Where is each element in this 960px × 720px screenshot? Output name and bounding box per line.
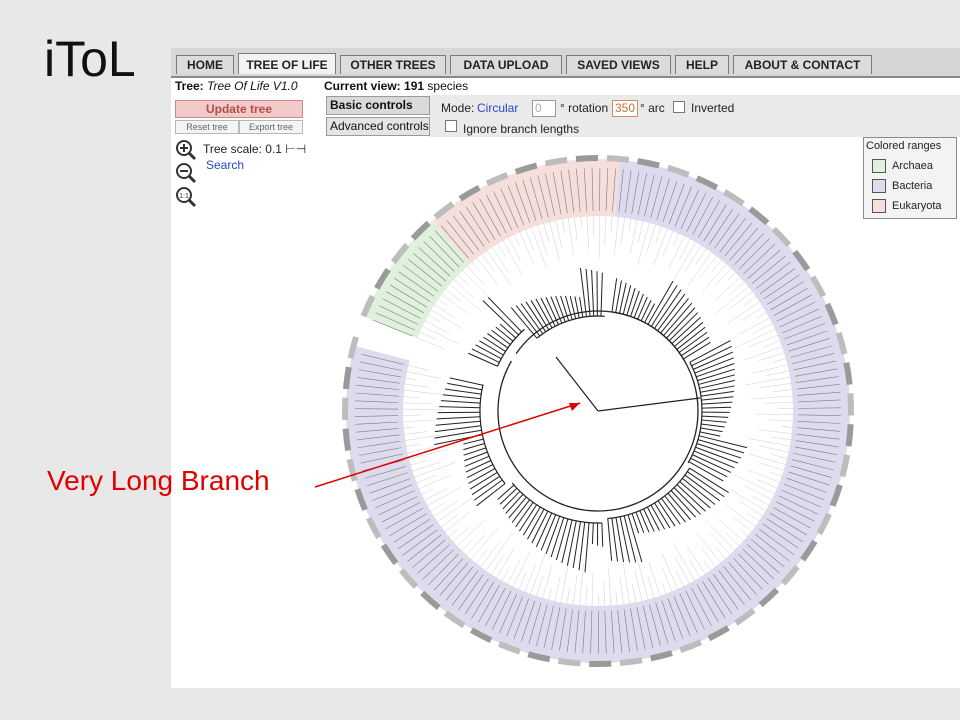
- annotation-label: Very Long Branch: [47, 465, 270, 496]
- mode-value-link[interactable]: Circular: [477, 101, 518, 115]
- legend-swatch-eukaryota: [872, 199, 886, 213]
- zoom-out-icon[interactable]: [175, 162, 197, 184]
- export-tree-button[interactable]: Export tree: [239, 120, 303, 134]
- slide-title: iToL: [44, 31, 136, 87]
- tab-data-upload[interactable]: DATA UPLOAD: [450, 55, 562, 74]
- mode-label: Mode:: [441, 101, 475, 115]
- tree-info: Tree: Tree Of Life V1.0: [175, 79, 298, 93]
- arc-input[interactable]: 350: [612, 100, 638, 117]
- legend-swatch-archaea: [872, 159, 886, 173]
- inverted-checkbox[interactable]: [673, 101, 685, 113]
- tree-scale-value: 0.1: [265, 142, 282, 156]
- legend-swatch-bacteria: [872, 179, 886, 193]
- search-link[interactable]: Search: [206, 158, 244, 172]
- tree-scale-label: Tree scale:: [203, 142, 262, 156]
- zoom-reset-icon[interactable]: 1:1: [175, 186, 197, 208]
- tab-tree-of-life[interactable]: TREE OF LIFE: [238, 53, 336, 74]
- scale-bar-icon: ⊢⊣: [285, 142, 307, 156]
- legend-item-eukaryota: Eukaryota: [892, 200, 942, 212]
- tab-home[interactable]: HOME: [176, 55, 234, 74]
- ignore-branch-lengths-label: Ignore branch lengths: [463, 122, 580, 136]
- reset-tree-button[interactable]: Reset tree: [175, 120, 239, 134]
- main-tab-bar: HOME TREE OF LIFE OTHER TREES DATA UPLOA…: [171, 48, 960, 78]
- colored-ranges-legend: Colored ranges Archaea Bacteria Eukaryot…: [863, 137, 957, 219]
- svg-text:1:1: 1:1: [179, 193, 189, 200]
- arc-label: ° arc: [640, 101, 665, 115]
- rotation-input[interactable]: 0: [532, 100, 556, 117]
- basic-controls-tab[interactable]: Basic controls: [326, 96, 430, 115]
- tree-label: Tree:: [175, 79, 204, 93]
- current-view-label: Current view:: [324, 79, 401, 93]
- tree-scale: Tree scale: 0.1 ⊢⊣: [203, 142, 306, 156]
- tab-help[interactable]: HELP: [675, 55, 729, 74]
- advanced-controls-tab[interactable]: Advanced controls: [326, 117, 430, 136]
- legend-title: Colored ranges: [866, 140, 942, 152]
- legend-item-archaea: Archaea: [892, 160, 933, 172]
- species-count: 191: [404, 79, 425, 93]
- update-tree-button[interactable]: Update tree: [175, 100, 303, 118]
- current-view-info: Current view: 191 species: [324, 79, 468, 93]
- itol-app-panel: HOME TREE OF LIFE OTHER TREES DATA UPLOA…: [171, 48, 960, 688]
- inverted-label: Inverted: [691, 101, 735, 115]
- legend-item-bacteria: Bacteria: [892, 180, 933, 192]
- ignore-branch-lengths-checkbox[interactable]: [445, 120, 457, 132]
- rotation-label: ° rotation: [560, 101, 609, 115]
- tree-name: Tree Of Life V1.0: [207, 79, 298, 93]
- zoom-in-icon[interactable]: [175, 139, 197, 161]
- tab-other-trees[interactable]: OTHER TREES: [340, 55, 446, 74]
- species-suffix: species: [427, 79, 469, 93]
- tab-about-contact[interactable]: ABOUT & CONTACT: [733, 55, 872, 74]
- tab-saved-views[interactable]: SAVED VIEWS: [566, 55, 671, 74]
